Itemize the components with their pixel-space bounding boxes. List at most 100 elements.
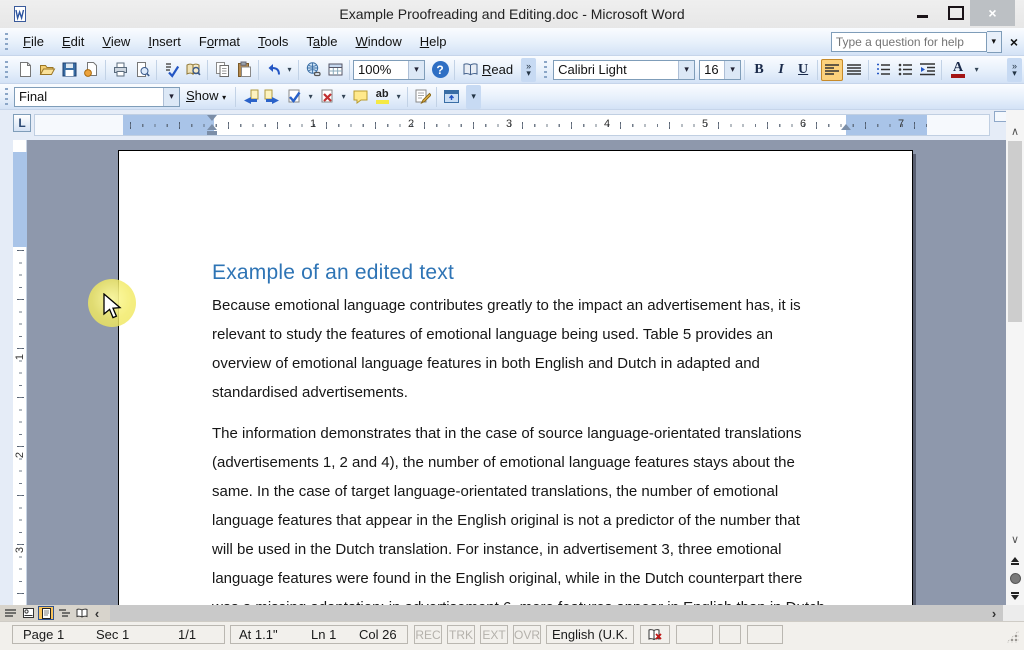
print-layout-view-button[interactable] — [38, 606, 54, 620]
select-browse-object-button[interactable] — [1006, 571, 1024, 586]
menu-insert[interactable]: Insert — [139, 29, 190, 55]
language-cell[interactable]: English (U.K. — [546, 625, 634, 644]
extend-selection-toggle[interactable]: EXT — [480, 625, 508, 644]
increase-indent-button[interactable] — [916, 59, 938, 81]
hanging-indent-marker[interactable] — [207, 124, 217, 130]
previous-page-button[interactable] — [1006, 553, 1024, 568]
paste-button[interactable] — [233, 59, 255, 81]
first-line-indent-marker[interactable] — [207, 115, 217, 121]
outline-view-button[interactable] — [56, 606, 72, 620]
reading-layout-icon — [76, 608, 88, 618]
print-button[interactable] — [109, 59, 131, 81]
font-name-value: Calibri Light — [554, 62, 678, 77]
undo-button[interactable] — [262, 59, 284, 81]
document-page[interactable]: Example of an edited text Because emotio… — [118, 150, 913, 605]
font-color-dropdown[interactable]: ▾ — [971, 59, 982, 81]
toolbar-drag-handle[interactable] — [5, 88, 8, 106]
zoom-combo[interactable]: 100% ▾ — [353, 60, 425, 80]
insert-table-button[interactable] — [324, 59, 346, 81]
font-color-button[interactable]: A — [945, 59, 971, 81]
menu-help[interactable]: Help — [411, 29, 456, 55]
help-search-close[interactable]: × — [1010, 34, 1018, 50]
open-button[interactable] — [36, 59, 58, 81]
track-changes-button[interactable] — [411, 86, 433, 108]
insert-comment-button[interactable] — [349, 86, 371, 108]
new-document-button[interactable] — [14, 59, 36, 81]
italic-button[interactable]: I — [770, 59, 792, 81]
bullet-list-button[interactable] — [894, 59, 916, 81]
accept-change-button[interactable] — [283, 86, 305, 108]
resize-grip[interactable] — [1006, 630, 1019, 643]
document-line: was a missing adaptation; in advertiseme… — [212, 593, 852, 605]
menu-window[interactable]: Window — [347, 29, 411, 55]
scroll-up-button[interactable]: ∧ — [1006, 122, 1024, 140]
tab-selector[interactable]: L — [13, 114, 31, 132]
permission-button[interactable] — [80, 59, 102, 81]
underline-label: U — [798, 62, 808, 78]
menu-edit[interactable]: Edit — [53, 29, 93, 55]
page-info-cell[interactable]: Page 1 Sec 1 1/1 — [12, 625, 225, 644]
read-button[interactable]: Read — [458, 59, 517, 81]
font-name-combo[interactable]: Calibri Light ▾ — [553, 60, 695, 80]
hyperlink-button[interactable] — [302, 59, 324, 81]
horizontal-ruler[interactable]: 1 2 3 4 5 6 7 — [34, 114, 990, 136]
left-indent-marker[interactable] — [207, 131, 217, 135]
scroll-left-button[interactable]: ‹ — [90, 605, 104, 621]
justify-button[interactable] — [843, 59, 865, 81]
highlight-dropdown[interactable]: ▾ — [393, 86, 404, 108]
close-button[interactable]: × — [970, 0, 1015, 26]
help-search-input[interactable] — [831, 32, 987, 52]
numbered-list-button[interactable] — [872, 59, 894, 81]
next-page-button[interactable] — [1006, 589, 1024, 604]
menu-view[interactable]: View — [93, 29, 139, 55]
help-search-dropdown[interactable]: ▾ — [987, 31, 1002, 53]
track-changes-toggle[interactable]: TRK — [447, 625, 475, 644]
maximize-button[interactable] — [942, 0, 970, 26]
display-for-review-combo[interactable]: Final ▾ — [14, 87, 180, 107]
next-change-button[interactable] — [261, 86, 283, 108]
scroll-down-button[interactable]: ∨ — [1006, 530, 1024, 548]
accept-change-dropdown[interactable]: ▾ — [305, 86, 316, 108]
toolbar-options-button[interactable]: ▾ — [466, 85, 481, 109]
status-language: English (U.K. — [552, 627, 628, 642]
reject-change-dropdown[interactable]: ▾ — [338, 86, 349, 108]
reviewing-pane-button[interactable] — [440, 86, 462, 108]
undo-dropdown[interactable]: ▾ — [284, 59, 295, 81]
bold-button[interactable]: B — [748, 59, 770, 81]
menu-table[interactable]: Table — [297, 29, 346, 55]
save-button[interactable] — [58, 59, 80, 81]
vertical-scroll-thumb[interactable] — [1008, 141, 1022, 322]
menu-tools[interactable]: Tools — [249, 29, 297, 55]
right-indent-marker[interactable] — [841, 124, 851, 130]
spelling-status-cell[interactable] — [640, 625, 670, 644]
menu-file[interactable]: File — [14, 29, 53, 55]
previous-change-button[interactable] — [239, 86, 261, 108]
show-menu-button[interactable]: Show ▾ — [180, 83, 232, 111]
research-button[interactable] — [182, 59, 204, 81]
menu-format[interactable]: Format — [190, 29, 249, 55]
scroll-right-button[interactable]: › — [985, 605, 1003, 621]
underline-button[interactable]: U — [792, 59, 814, 81]
print-preview-button[interactable] — [131, 59, 153, 81]
document-line: same. In the case of target language-ori… — [212, 477, 852, 506]
toolbar-drag-handle[interactable] — [544, 61, 547, 79]
toolbar-drag-handle[interactable] — [5, 61, 8, 79]
record-macro-toggle[interactable]: REC — [414, 625, 442, 644]
highlight-button[interactable]: ab — [371, 86, 393, 108]
web-layout-view-button[interactable] — [20, 606, 36, 620]
toolbar-options-button[interactable]: » ▾ — [521, 58, 536, 82]
toolbar-drag-handle[interactable] — [5, 33, 8, 51]
help-button[interactable]: ? — [429, 59, 451, 81]
minimize-button[interactable] — [908, 0, 936, 26]
reading-layout-view-button[interactable] — [74, 606, 90, 620]
align-left-button[interactable] — [821, 59, 843, 81]
vertical-ruler[interactable]: 1 2 3 — [13, 140, 27, 605]
overtype-toggle[interactable]: OVR — [513, 625, 541, 644]
spelling-button[interactable] — [160, 59, 182, 81]
toolbar-options-button[interactable]: » ▾ — [1007, 58, 1022, 82]
font-size-combo[interactable]: 16 ▾ — [699, 60, 741, 80]
copy-button[interactable] — [211, 59, 233, 81]
normal-view-button[interactable] — [2, 606, 18, 620]
position-info-cell[interactable]: At 1.1" Ln 1 Col 26 — [230, 625, 408, 644]
reject-change-button[interactable] — [316, 86, 338, 108]
